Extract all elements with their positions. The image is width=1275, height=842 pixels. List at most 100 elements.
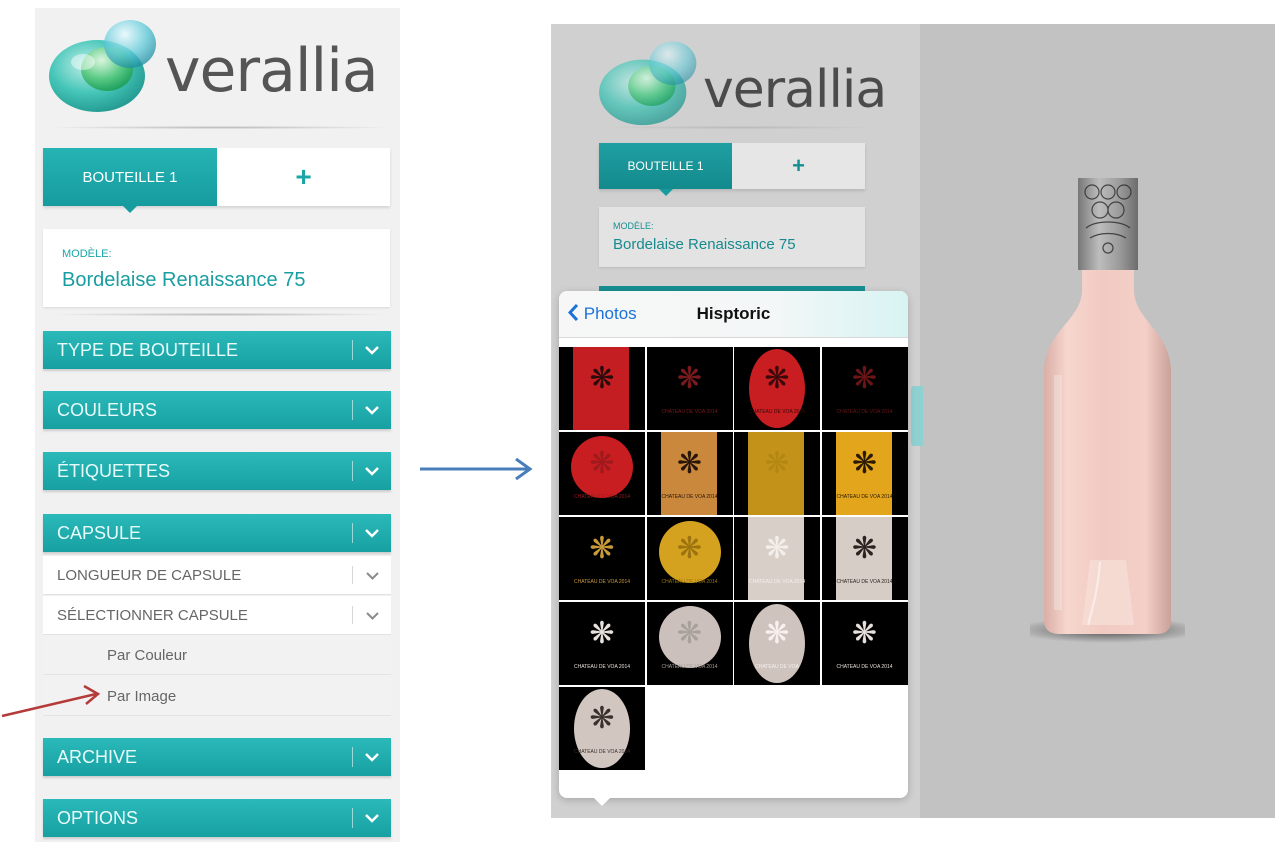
ornament-icon: ❋: [851, 446, 878, 480]
thumbnail-caption: CHATEAU DE VOA 2014: [661, 579, 718, 585]
model-card[interactable]: MODÈLE: Bordelaise Renaissance 75: [599, 207, 865, 267]
divider: [55, 313, 385, 316]
thumbnail-caption: CHATEAU DE VOA 2014: [661, 409, 718, 415]
item-label: LONGUEUR DE CAPSULE: [57, 566, 242, 584]
ornament-icon: ❋: [676, 616, 703, 650]
thumbnail-caption: CHATEAU DE VOA 2014: [836, 409, 893, 415]
chevron-down-icon: [353, 810, 391, 826]
thumbnail-caption: CHATEAU DE VOA 2014: [573, 579, 631, 585]
tab-bouteille-1[interactable]: BOUTEILLE 1: [43, 148, 217, 213]
brand-wordmark: verallia: [165, 36, 379, 106]
thumbnail-caption: CHATEAU DE VOA 2014: [836, 494, 893, 500]
section-couleurs[interactable]: COULEURS: [43, 391, 391, 429]
photo-thumbnail[interactable]: ❋ CHATEAU DE VOA 2014: [821, 602, 908, 685]
section-label: ARCHIVE: [57, 746, 138, 767]
photo-thumbnail[interactable]: ❋ CHATEAU DE VOA 2014: [821, 517, 908, 600]
ornament-icon: ❋: [764, 446, 790, 480]
model-value: Bordelaise Renaissance 75: [62, 269, 306, 291]
section-label: CAPSULE: [57, 522, 142, 543]
logo-bubbles-icon: [599, 41, 697, 126]
model-value: Bordelaise Renaissance 75: [613, 236, 796, 253]
photo-picker-popover: Photos Hisptoric ❋ ❋ CHATEAU DE VOA 2014 ❋ C…: [559, 291, 908, 798]
ornament-icon: ❋: [764, 361, 790, 395]
ornament-icon: ❋: [676, 361, 703, 395]
add-bottle-button[interactable]: +: [217, 148, 390, 206]
annotation-arrow-blue: [420, 457, 533, 481]
section-label: OPTIONS: [57, 807, 139, 828]
item-label: SÉLECTIONNER CAPSULE: [57, 606, 248, 624]
photo-thumbnail[interactable]: ❋ CHATEAU DE VOA 2014: [559, 432, 645, 515]
ornament-icon: ❋: [589, 616, 615, 650]
ornament-icon: ❋: [851, 361, 878, 395]
select-capsule-item[interactable]: SÉLECTIONNER CAPSULE: [43, 596, 391, 635]
model-label: MODÈLE:: [613, 221, 654, 231]
ornament-icon: ❋: [589, 701, 615, 735]
thumbnail-caption: CHATEAU DE VOA 2014: [661, 664, 718, 670]
thumbnail-caption: CHATEAU DE VOA 2014: [836, 579, 893, 585]
popover-tail: [592, 796, 612, 806]
photo-thumbnail[interactable]: ❋ CHATEAU DE VOA 2014: [821, 432, 908, 515]
photo-thumbnail[interactable]: ❋ CHATEAU DE VOA 2014: [821, 347, 908, 430]
album-title: Hisptoric: [696, 304, 771, 323]
photo-thumbnail[interactable]: ❋: [734, 432, 820, 515]
logo-bubbles-icon: [49, 20, 156, 112]
annotation-arrow-red: [1, 684, 101, 718]
divider: [611, 126, 871, 129]
photo-thumbnail[interactable]: ❋ CHATEAU DE VOA 2014: [646, 432, 733, 515]
bottle-tabs: BOUTEILLE 1 +: [43, 148, 390, 213]
verallia-logo: verallia: [595, 36, 925, 136]
section-label: ÉTIQUETTES: [57, 460, 171, 481]
chevron-down-icon: [353, 568, 391, 583]
add-bottle-button[interactable]: +: [732, 143, 865, 189]
section-type-de-bouteille[interactable]: TYPE DE BOUTEILLE: [43, 331, 391, 369]
photo-thumbnail[interactable]: ❋ CHATEAU DE VOA 2014: [734, 517, 820, 600]
model-label: MODÈLE:: [62, 248, 112, 260]
thumbnail-caption: CHATEAU DE VOA 2014: [836, 664, 893, 670]
photo-thumbnail[interactable]: ❋ CHATEAU DE VOA 2014: [559, 517, 645, 600]
photo-thumbnail[interactable]: ❋ CHATEAU DE VOA 2014: [559, 687, 645, 770]
ornament-icon: ❋: [676, 446, 703, 480]
ornament-icon: ❋: [764, 531, 790, 565]
model-card[interactable]: MODÈLE: Bordelaise Renaissance 75: [43, 229, 390, 307]
capsule-length-item[interactable]: LONGUEUR DE CAPSULE: [43, 556, 391, 595]
photo-thumbnail[interactable]: ❋ CHATEAU DE VOA 2014: [559, 602, 645, 685]
photo-thumbnail[interactable]: ❋ CHATEAU DE VOA 2014: [646, 517, 733, 600]
thumbnail-caption: CHATEAU DE VOA 2014: [573, 494, 631, 500]
section-capsule[interactable]: CAPSULE: [43, 514, 391, 552]
verallia-logo: verallia: [45, 14, 395, 124]
chevron-down-icon: [353, 749, 391, 765]
section-label: TYPE DE BOUTEILLE: [57, 339, 239, 360]
chevron-down-icon: [353, 342, 391, 358]
picker-navbar: Photos Hisptoric: [559, 291, 908, 338]
chevron-down-icon: [353, 525, 391, 541]
divider: [55, 126, 385, 129]
ornament-icon: ❋: [676, 531, 703, 565]
section-etiquettes[interactable]: ÉTIQUETTES: [43, 452, 391, 490]
section-archive[interactable]: ARCHIVE: [43, 738, 391, 776]
chevron-down-icon: [353, 608, 391, 623]
ornament-icon: ❋: [589, 531, 615, 565]
thumbnail-caption: CHATEAU DE VOA 2014: [748, 409, 806, 415]
ornament-icon: ❋: [851, 531, 878, 565]
tab-bouteille-1[interactable]: BOUTEILLE 1: [599, 143, 732, 196]
photo-thumbnail[interactable]: ❋ CHATEAU DE VOA 2014: [646, 347, 733, 430]
ornament-icon: ❋: [851, 616, 878, 650]
thumbnail-caption: CHATEAU DE VOA 2014: [748, 579, 806, 585]
brand-wordmark: verallia: [703, 60, 887, 120]
chevron-down-icon: [353, 402, 391, 418]
photo-thumbnail[interactable]: ❋ CHATEAU DE VOA 2014: [646, 602, 733, 685]
thumbnail-caption: CHATEAU DE VOA 2014: [573, 749, 631, 755]
chevron-down-icon: [353, 463, 391, 479]
panel-collapse-handle[interactable]: [911, 386, 923, 446]
section-label: COULEURS: [57, 399, 158, 420]
section-options[interactable]: OPTIONS: [43, 799, 391, 837]
ornament-icon: ❋: [589, 361, 615, 395]
thumbnail-caption: CHATEAU DE VOA 2014: [661, 494, 718, 500]
photo-thumbnail[interactable]: ❋: [559, 347, 645, 430]
thumbnail-caption: CHATEAU DE VOA: [755, 664, 799, 670]
photo-thumbnail[interactable]: ❋ CHATEAU DE VOA: [734, 602, 820, 685]
ornament-icon: ❋: [589, 446, 615, 480]
bottle-tabs: BOUTEILLE 1 +: [599, 143, 865, 196]
photo-thumbnail[interactable]: ❋ CHATEAU DE VOA 2014: [734, 347, 820, 430]
wine-bottle-preview: [1030, 178, 1185, 643]
